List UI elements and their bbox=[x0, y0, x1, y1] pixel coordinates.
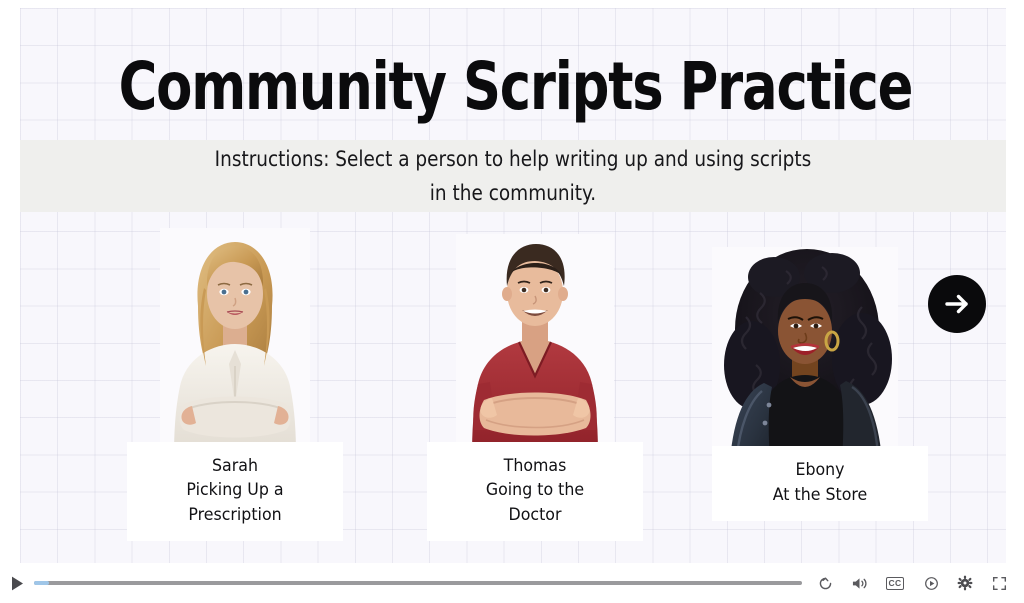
person-photo-thomas bbox=[456, 233, 614, 456]
person-photo-ebony bbox=[712, 247, 898, 460]
player-icon-group: CC bbox=[816, 574, 1008, 592]
player-control-bar: CC bbox=[0, 563, 1024, 603]
playback-speed-icon[interactable] bbox=[922, 574, 940, 592]
cc-label: CC bbox=[885, 576, 905, 590]
person-card-thomas[interactable]: Thomas Going to the Doctor bbox=[410, 233, 660, 541]
elearning-slide-player: Community Scripts Practice Instructions:… bbox=[0, 0, 1024, 603]
person-card-list: Sarah Picking Up a Prescription Thomas G… bbox=[20, 216, 1006, 563]
person-label-sarah: Sarah Picking Up a Prescription bbox=[134, 441, 336, 541]
person-card-sarah[interactable]: Sarah Picking Up a Prescription bbox=[110, 227, 360, 541]
instructions-band: Instructions: Select a person to help wr… bbox=[20, 140, 1006, 212]
person-label-box-thomas: Thomas Going to the Doctor bbox=[427, 441, 643, 541]
gear-icon[interactable] bbox=[956, 574, 974, 592]
play-button[interactable] bbox=[4, 576, 30, 591]
arrow-right-icon bbox=[945, 294, 968, 314]
person-label-box-sarah: Sarah Picking Up a Prescription bbox=[127, 441, 343, 541]
person-photo-sarah bbox=[160, 227, 310, 456]
next-button[interactable] bbox=[928, 275, 986, 333]
play-icon bbox=[11, 576, 23, 590]
fullscreen-icon[interactable] bbox=[990, 574, 1008, 592]
slide-stage: Community Scripts Practice Instructions:… bbox=[20, 8, 1006, 563]
page-title: Community Scripts Practice bbox=[118, 48, 914, 125]
seek-bar[interactable] bbox=[34, 581, 802, 585]
person-card-ebony[interactable]: Ebony At the Store bbox=[680, 247, 930, 541]
person-label-thomas: Thomas Going to the Doctor bbox=[434, 441, 636, 541]
replay-icon[interactable] bbox=[816, 574, 834, 592]
instructions-text: Instructions: Select a person to help wr… bbox=[214, 147, 812, 205]
closed-captions-icon[interactable]: CC bbox=[884, 574, 906, 592]
volume-icon[interactable] bbox=[850, 574, 868, 592]
person-label-box-ebony: Ebony At the Store bbox=[712, 446, 928, 521]
person-label-ebony: Ebony At the Store bbox=[719, 446, 921, 521]
seek-progress bbox=[34, 581, 50, 585]
